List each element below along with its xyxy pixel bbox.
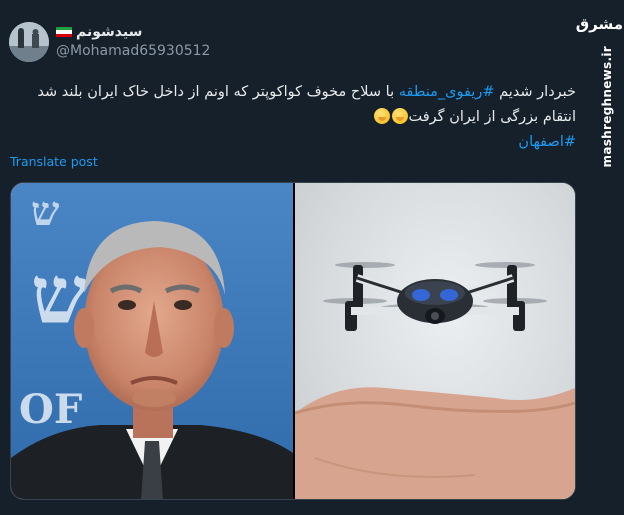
quadcopter-drone-on-palm-image[interactable] xyxy=(295,183,575,499)
watermark-logo: مشرق xyxy=(575,15,623,33)
translate-post-link[interactable]: Translate post xyxy=(10,154,98,169)
avatar[interactable] xyxy=(9,22,49,62)
display-name-text: سیدشونم xyxy=(76,24,143,40)
tweet: سیدشونم @Mohamad65930512 خبردار شدیم #ری… xyxy=(0,0,590,515)
hashtag-link[interactable]: #ریفوی_منطقه xyxy=(399,84,495,100)
svg-text:OF: OF xyxy=(19,386,82,433)
user-handle[interactable]: @Mohamad65930512 xyxy=(56,43,210,59)
tweet-text: خبردار شدیم #ریفوی_منطقه با سلاح مخوف کو… xyxy=(16,80,576,155)
iran-flag-icon xyxy=(56,26,72,38)
watermark-site: mashreghnews.ir xyxy=(600,46,614,168)
hashtag-link[interactable]: #اصفهان xyxy=(518,134,576,150)
face-with-hand-over-mouth-icon xyxy=(373,108,390,124)
tweet-text-part1: خبردار شدیم xyxy=(494,84,576,100)
man-frowning-portrait-image[interactable]: ש ש OF xyxy=(11,183,293,499)
svg-text:ש: ש xyxy=(31,188,60,235)
media-grid[interactable]: ש ש OF xyxy=(10,182,576,500)
watermark: مشرق mashreghnews.ir xyxy=(575,0,624,515)
display-name[interactable]: سیدشونم xyxy=(56,24,142,40)
face-with-hand-over-mouth-icon xyxy=(391,108,408,124)
